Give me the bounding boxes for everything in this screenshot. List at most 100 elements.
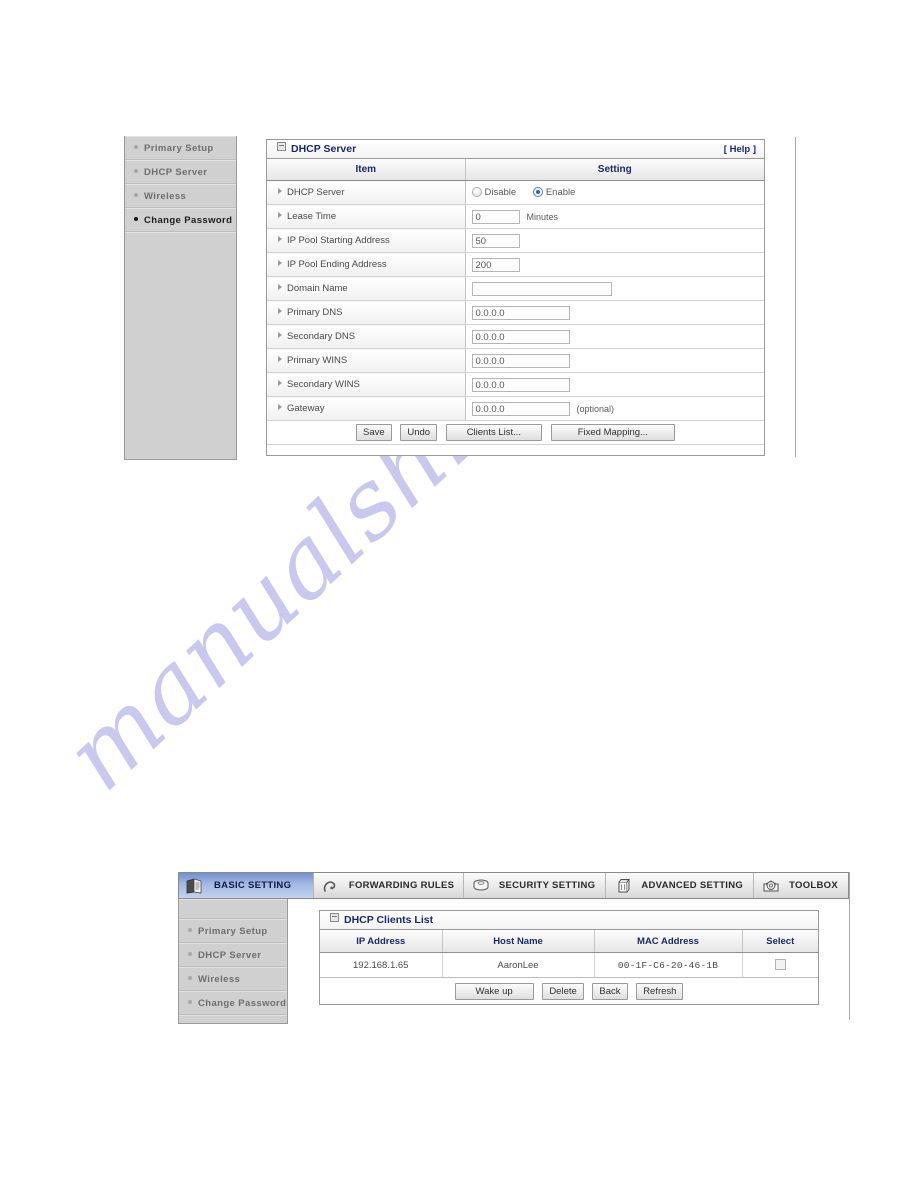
table-row-dhcp-server: DHCP Server Disable Enable <box>267 180 764 205</box>
sidebar-item-wireless[interactable]: Wireless <box>125 184 236 208</box>
sidebar-item-change-password[interactable]: Change Password <box>179 991 287 1015</box>
row-label: IP Pool Ending Address <box>287 259 387 270</box>
sidebar-item-dhcp-server[interactable]: DHCP Server <box>125 160 236 184</box>
clients-list-button[interactable]: Clients List... <box>445 424 543 441</box>
collapse-icon[interactable] <box>277 142 286 151</box>
radio-disable[interactable] <box>471 186 482 197</box>
sidebar-item-dhcp-server[interactable]: DHCP Server <box>179 943 287 967</box>
row-label-cell: Domain Name <box>267 276 466 301</box>
column-header-setting: Setting <box>465 159 764 181</box>
bullet-arrow-icon <box>278 284 282 290</box>
bottom-content-area: Primary Setup DHCP Server Wireless Chang… <box>178 899 849 1024</box>
bullet-arrow-icon <box>278 332 282 338</box>
tab-basic-setting[interactable]: BASIC SETTING <box>179 873 314 898</box>
back-button[interactable]: Back <box>592 982 628 1000</box>
row-label: Domain Name <box>287 283 348 294</box>
row-label-cell: Primary WINS <box>267 348 466 373</box>
row-label-cell: Secondary DNS <box>267 324 466 349</box>
side-nav-top: Primary Setup DHCP Server Wireless Chang… <box>124 136 237 460</box>
primary-wins-input[interactable]: 0.0.0.0 <box>471 353 570 368</box>
arrow-loop-icon <box>320 877 342 895</box>
bullet-icon <box>134 193 138 197</box>
side-nav-bottom: Primary Setup DHCP Server Wireless Chang… <box>178 899 288 1024</box>
table-row-secondary-dns: Secondary DNS 0.0.0.0 <box>267 324 764 349</box>
row-label-cell: Secondary WINS <box>267 372 466 397</box>
book-pages-icon <box>185 877 207 895</box>
ip-pool-end-input[interactable]: 200 <box>471 257 520 272</box>
table-row-gateway: Gateway 0.0.0.0 (optional) <box>267 396 764 421</box>
row-label: IP Pool Starting Address <box>287 235 390 246</box>
cell-select <box>742 952 818 978</box>
collapse-icon[interactable] <box>330 913 339 922</box>
page-divider-rule-bottom <box>849 872 850 1020</box>
help-link[interactable]: [ Help ] <box>724 140 756 159</box>
bullet-arrow-icon <box>278 380 282 386</box>
domain-name-input[interactable] <box>471 281 612 296</box>
bullet-icon <box>134 169 138 173</box>
sidebar-item-label: DHCP Server <box>144 167 208 178</box>
tab-label: SECURITY SETTING <box>498 880 596 891</box>
clients-table: IP Address Host Name MAC Address Select … <box>320 930 818 1004</box>
sidebar-top-spacer <box>179 899 287 919</box>
bullet-icon <box>134 145 138 149</box>
ip-pool-start-input[interactable]: 50 <box>471 233 520 248</box>
row-setting-cell: 200 <box>465 252 764 277</box>
row-label: Secondary DNS <box>287 331 356 342</box>
cell-host-name: AaronLee <box>442 952 595 978</box>
page-divider-rule-top <box>795 137 796 457</box>
secondary-wins-input[interactable]: 0.0.0.0 <box>471 377 570 392</box>
bullet-arrow-icon <box>278 260 282 266</box>
sidebar-item-label: Wireless <box>144 191 187 202</box>
sidebar-item-label: Wireless <box>198 974 241 985</box>
cell-ip-address: 192.168.1.65 <box>320 952 443 978</box>
table-row-domain-name: Domain Name <box>267 276 764 301</box>
gateway-input[interactable]: 0.0.0.0 <box>471 401 570 416</box>
delete-button[interactable]: Delete <box>542 982 584 1000</box>
column-header-select: Select <box>742 930 818 953</box>
radio-enable[interactable] <box>532 186 543 197</box>
row-setting-cell: 0.0.0.0 <box>465 372 764 397</box>
row-label: DHCP Server <box>287 187 345 198</box>
bullet-arrow-icon <box>278 404 282 410</box>
sidebar-item-label: DHCP Server <box>198 950 262 961</box>
sidebar-item-primary-setup[interactable]: Primary Setup <box>179 919 287 943</box>
row-setting-cell: 0 Minutes <box>465 204 764 229</box>
refresh-button[interactable]: Refresh <box>636 982 684 1000</box>
table-header-row: Item Setting <box>267 159 764 181</box>
radio-disable-label: Disable <box>484 187 517 199</box>
tab-forwarding-rules[interactable]: FORWARDING RULES <box>314 873 464 898</box>
sidebar-item-primary-setup[interactable]: Primary Setup <box>125 136 236 160</box>
tab-security-setting[interactable]: SECURITY SETTING <box>464 873 607 898</box>
top-sidebar-nav: Primary Setup DHCP Server Wireless Chang… <box>124 136 237 460</box>
table-header-row: IP Address Host Name MAC Address Select <box>320 930 818 953</box>
sidebar-item-change-password[interactable]: Change Password <box>125 208 236 232</box>
tab-label: ADVANCED SETTING <box>641 880 744 891</box>
select-checkbox[interactable] <box>774 959 786 971</box>
column-header-ip-address: IP Address <box>320 930 443 953</box>
save-button[interactable]: Save <box>356 424 392 441</box>
undo-button[interactable]: Undo <box>400 424 438 441</box>
table-row: 192.168.1.65 AaronLee 00-1F-C6-20-46-1B <box>320 952 818 978</box>
tab-toolbox[interactable]: TOOLBOX <box>754 873 848 898</box>
dhcp-server-panel-title: DHCP Server [ Help ] <box>267 140 764 159</box>
gear-toolbox-icon <box>760 877 782 895</box>
tab-advanced-setting[interactable]: ADVANCED SETTING <box>606 873 755 898</box>
fixed-mapping-button[interactable]: Fixed Mapping... <box>550 424 675 441</box>
bullet-icon <box>188 1000 192 1004</box>
table-row-primary-dns: Primary DNS 0.0.0.0 <box>267 300 764 325</box>
dhcp-server-panel: DHCP Server [ Help ] Item Setting DHCP S… <box>266 139 765 456</box>
bullet-icon <box>188 928 192 932</box>
wake-up-button[interactable]: Wake up <box>454 982 534 1000</box>
row-setting-cell <box>465 276 764 301</box>
table-row-primary-wins: Primary WINS 0.0.0.0 <box>267 348 764 373</box>
sidebar-item-wireless[interactable]: Wireless <box>179 967 287 991</box>
row-label: Gateway <box>287 403 325 414</box>
primary-dns-input[interactable]: 0.0.0.0 <box>471 305 570 320</box>
dhcp-settings-table: Item Setting DHCP Server Disable Enable … <box>267 159 764 445</box>
sidebar-filler <box>125 232 236 453</box>
column-header-mac-address: MAC Address <box>594 930 743 953</box>
lease-time-input[interactable]: 0 <box>471 209 520 224</box>
secondary-dns-input[interactable]: 0.0.0.0 <box>471 329 570 344</box>
table-row-secondary-wins: Secondary WINS 0.0.0.0 <box>267 372 764 397</box>
clients-list-title: DHCP Clients List <box>320 911 818 930</box>
